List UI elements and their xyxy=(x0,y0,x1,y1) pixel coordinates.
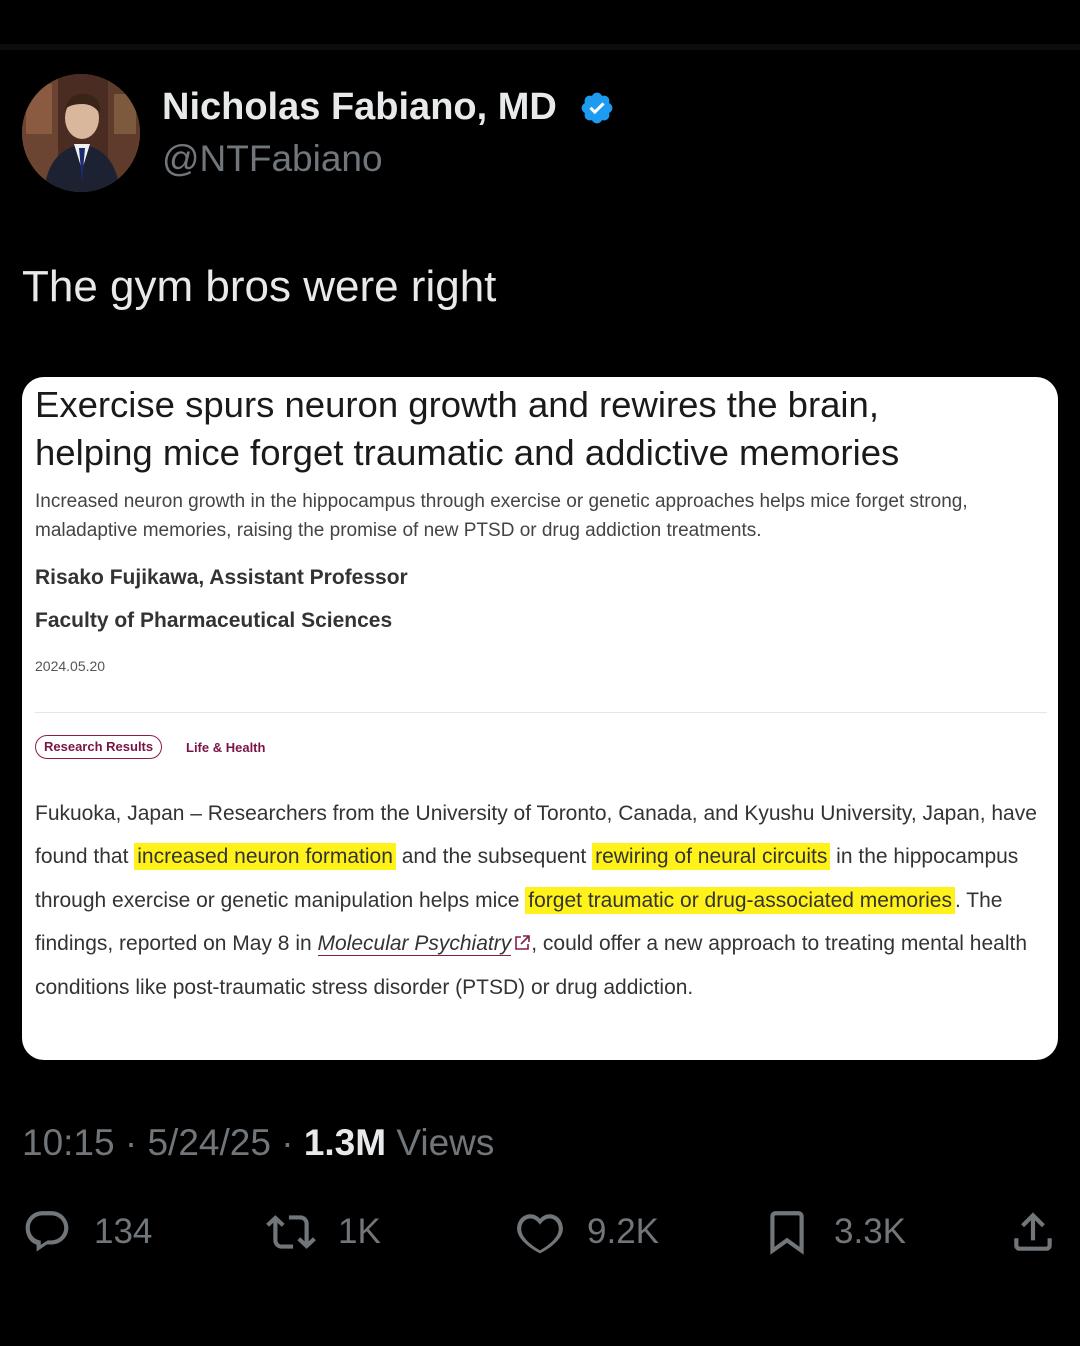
tweet-meta: 10:15 · 5/24/25 · 1.3M Views xyxy=(22,1122,494,1164)
highlight-3: forget traumatic or drug-associated memo… xyxy=(525,886,955,914)
tag-research-results[interactable]: Research Results xyxy=(35,735,163,759)
top-bar xyxy=(0,44,1080,50)
share-icon xyxy=(1014,1212,1052,1251)
reply-icon xyxy=(25,1211,69,1252)
journal-link[interactable]: Molecular Psychiatry xyxy=(317,932,512,957)
tweet-time[interactable]: 10:15 xyxy=(22,1122,115,1163)
repost-count: 1K xyxy=(338,1212,381,1251)
like-button[interactable]: 9.2K xyxy=(515,1206,659,1258)
tweet-text: The gym bros were right xyxy=(22,262,497,311)
reply-count: 134 xyxy=(94,1212,153,1251)
views-count: 1.3M xyxy=(303,1122,387,1163)
article-subhead: Increased neuron growth in the hippocamp… xyxy=(35,491,968,541)
avatar-photo xyxy=(22,74,140,192)
body-text-2: and the subsequent xyxy=(395,845,593,869)
tweet-date[interactable]: 5/24/25 xyxy=(147,1122,270,1163)
bookmark-button[interactable]: 3.3K xyxy=(762,1206,906,1258)
article-headline-line2: helping mice forget traumatic and addict… xyxy=(35,432,900,473)
like-count: 9.2K xyxy=(587,1212,659,1251)
meta-separator: · xyxy=(124,1122,138,1163)
repost-button[interactable]: 1K xyxy=(266,1206,381,1258)
bookmark-count: 3.3K xyxy=(834,1212,906,1251)
highlight-1: increased neuron formation xyxy=(134,843,396,871)
author-name[interactable]: Nicholas Fabiano, MD xyxy=(162,86,557,129)
article-faculty: Faculty of Pharmaceutical Sciences xyxy=(35,609,393,632)
external-link-icon xyxy=(515,935,531,951)
tag-life-health[interactable]: Life & Health xyxy=(186,740,265,755)
highlight-2: rewiring of neural circuits xyxy=(592,843,831,871)
repost-icon xyxy=(266,1215,316,1249)
avatar[interactable] xyxy=(22,74,140,192)
article-headline: Exercise spurs neuron growth and rewires… xyxy=(35,381,1045,477)
heart-icon xyxy=(517,1214,563,1254)
article-date: 2024.05.20 xyxy=(35,658,106,674)
article-body: Fukuoka, Japan – Researchers from the Un… xyxy=(35,792,1053,1009)
author-handle[interactable]: @NTFabiano xyxy=(162,138,383,180)
share-button[interactable] xyxy=(1008,1206,1058,1258)
bookmark-icon xyxy=(770,1211,804,1255)
article-headline-line1: Exercise spurs neuron growth and rewires… xyxy=(35,384,879,425)
reply-button[interactable]: 134 xyxy=(22,1206,152,1258)
divider xyxy=(35,712,1047,713)
article-card[interactable]: Exercise spurs neuron growth and rewires… xyxy=(22,377,1058,1060)
meta-separator: · xyxy=(281,1122,294,1163)
article-author: Risako Fujikawa, Assistant Professor xyxy=(35,566,408,589)
views-label: Views xyxy=(396,1122,495,1163)
verified-badge-icon xyxy=(581,92,613,124)
